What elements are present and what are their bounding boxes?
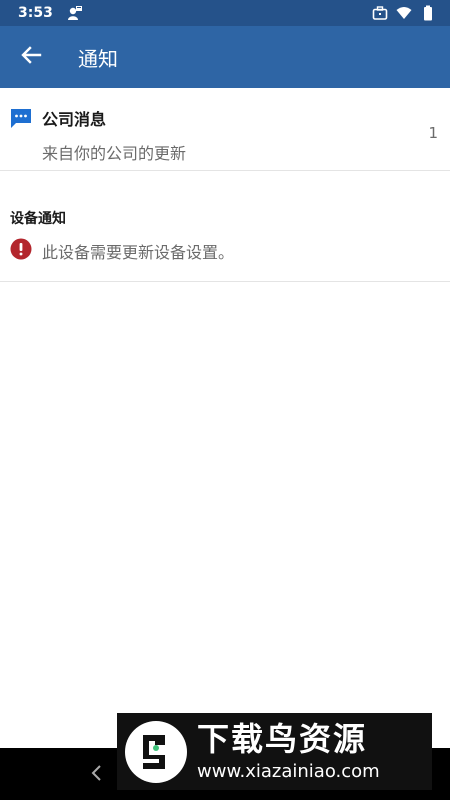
- back-button[interactable]: [0, 26, 62, 88]
- watermark-title: 下载鸟资源: [197, 719, 368, 758]
- app-bar: 通知: [0, 26, 450, 88]
- managed-profile-icon: [67, 5, 83, 21]
- battery-icon: [420, 5, 436, 21]
- arrow-left-icon: [20, 44, 42, 70]
- company-messages-subtitle: 来自你的公司的更新: [42, 144, 187, 163]
- device-notification-item[interactable]: 此设备需要更新设备设置。: [42, 239, 234, 263]
- company-messages-title: 公司消息: [42, 110, 107, 129]
- watermark-url: www.xiazainiao.com: [197, 760, 380, 782]
- status-bar: 3:53: [0, 0, 450, 26]
- status-time: 3:53: [18, 5, 53, 21]
- device-notifications-section: [0, 171, 450, 282]
- watermark: 下载鸟资源 www.xiazainiao.com: [117, 713, 432, 790]
- watermark-logo-icon: [125, 720, 187, 783]
- work-briefcase-icon: [372, 5, 388, 21]
- error-icon: [10, 238, 32, 260]
- device-notifications-header: 设备通知: [10, 211, 66, 227]
- company-messages-count: 1: [428, 124, 438, 142]
- chat-bubble-icon: [10, 107, 32, 129]
- page-title: 通知: [78, 46, 118, 71]
- nav-back-icon[interactable]: [86, 762, 108, 784]
- wifi-icon: [396, 5, 412, 21]
